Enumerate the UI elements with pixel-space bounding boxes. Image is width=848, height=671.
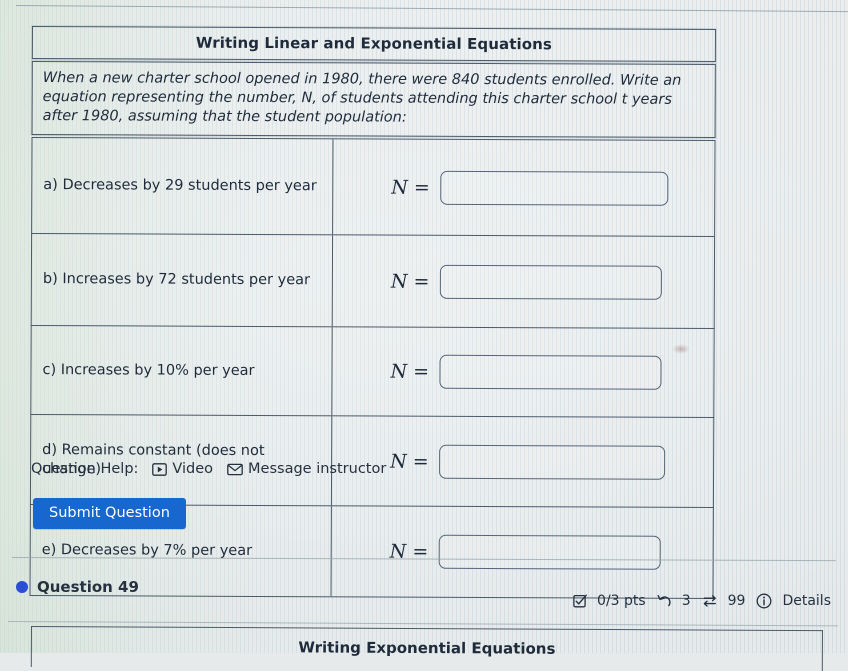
- details-label: Details: [782, 593, 831, 609]
- message-instructor-label: Message instructor: [248, 461, 387, 477]
- video-help-link[interactable]: Video: [152, 461, 213, 477]
- equation-lhs-b: N =: [390, 270, 430, 293]
- video-help-label: Video: [172, 461, 214, 477]
- details-link[interactable]: Details: [756, 593, 831, 609]
- exchanges-value: 99: [727, 593, 746, 609]
- checkbox-check-icon: [573, 594, 587, 608]
- row-answer-cell-b: N =: [333, 236, 714, 329]
- equation-lhs-c: N =: [390, 360, 430, 384]
- equation-lhs-e: N =: [389, 540, 429, 564]
- question-number-label: Question 49: [37, 578, 139, 596]
- question-status-bar: Question 49 0/3 pts 3 99 Details: [0, 575, 848, 619]
- section-divider-lower: [7, 621, 838, 627]
- question-meta-group: 0/3 pts 3 99 Details: [573, 593, 831, 609]
- table-row: a) Decreases by 29 students per year N =: [31, 137, 716, 238]
- question-prompt: When a new charter school opened in 1980…: [42, 70, 682, 126]
- answer-input-c[interactable]: [439, 355, 662, 391]
- video-play-icon: [152, 462, 168, 476]
- question-identifier[interactable]: Question 49: [16, 578, 139, 596]
- question-status-dot-icon: [16, 581, 28, 593]
- submit-question-button[interactable]: Submit Question: [33, 498, 186, 529]
- swap-arrows-icon: [702, 594, 718, 608]
- answer-input-e[interactable]: [438, 535, 661, 571]
- equation-lhs-a: N =: [391, 176, 430, 199]
- table-row: b) Increases by 72 students per year N =: [30, 234, 716, 330]
- next-question-title: Writing Exponential Equations: [298, 638, 556, 658]
- envelope-icon: [227, 463, 243, 476]
- question-title: Writing Linear and Exponential Equations: [195, 33, 553, 54]
- next-question-table: Writing Exponential Equations: [30, 626, 823, 671]
- attempts-value: 3: [681, 593, 691, 609]
- question-help-row: Question Help: Video Message instructor: [31, 461, 400, 477]
- row-answer-cell-a: N =: [333, 140, 714, 237]
- answer-input-a[interactable]: [439, 170, 668, 206]
- message-instructor-link[interactable]: Message instructor: [227, 461, 386, 477]
- top-divider: [15, 5, 848, 13]
- question-help-label: Question Help:: [31, 461, 139, 477]
- question-prompt-section: When a new charter school opened in 1980…: [31, 60, 716, 139]
- row-answer-cell-c: N =: [332, 328, 713, 418]
- undo-arrow-icon: [657, 594, 672, 608]
- table-row: c) Increases by 10% per year N =: [30, 326, 715, 419]
- points-badge: 0/3 pts: [573, 593, 646, 609]
- exchanges-badge: 99: [702, 593, 746, 609]
- answer-input-b[interactable]: [439, 264, 662, 300]
- row-label-c: c) Increases by 10% per year: [31, 326, 333, 416]
- page-content: Writing Linear and Exponential Equations…: [0, 0, 848, 671]
- answer-input-d[interactable]: [438, 444, 665, 480]
- attempts-badge: 3: [657, 593, 691, 609]
- info-circle-icon: [756, 593, 772, 609]
- question-header-section: Writing Linear and Exponential Equations: [31, 26, 716, 62]
- points-value: 0/3 pts: [597, 593, 646, 609]
- row-label-a: a) Decreases by 29 students per year: [32, 138, 334, 235]
- row-label-b: b) Increases by 72 students per year: [31, 234, 334, 327]
